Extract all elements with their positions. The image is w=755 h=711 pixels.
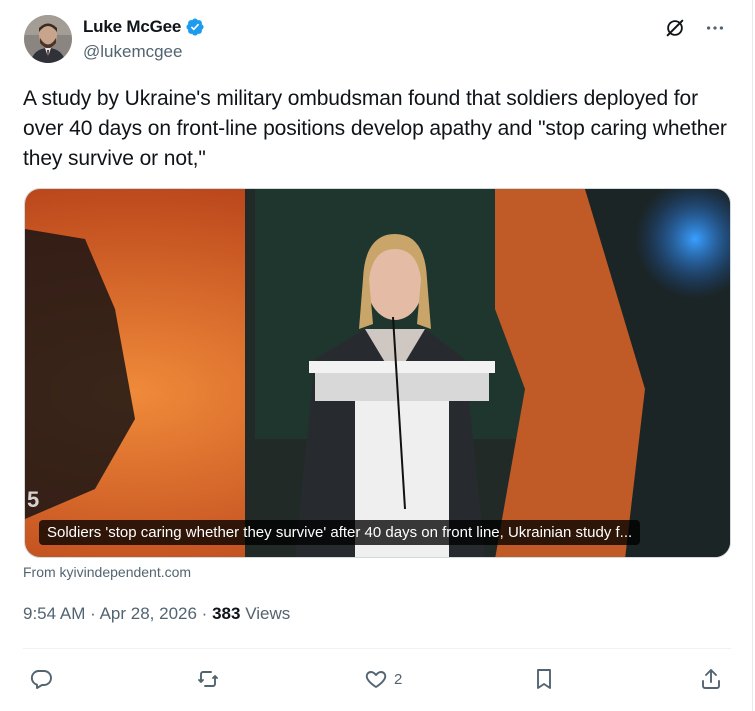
more-icon[interactable] (704, 17, 726, 39)
meta-separator: · (90, 604, 96, 623)
tweet-text: A study by Ukraine's military ombudsman … (23, 87, 727, 170)
action-bar: 2 (23, 660, 731, 700)
like-button[interactable]: 2 (364, 664, 402, 694)
handle[interactable]: @lukemcgee (83, 42, 182, 62)
grok-icon[interactable] (664, 17, 686, 39)
like-count: 2 (394, 670, 403, 688)
like-icon (365, 671, 387, 688)
reply-icon (30, 670, 52, 689)
media-corner-text: 5 (27, 487, 39, 512)
repost-icon (198, 671, 218, 687)
meta-separator: · (201, 604, 208, 623)
tweet-meta: 9:54 AM · Apr 28, 2026 · 383 Views (23, 604, 290, 624)
avatar[interactable] (24, 15, 72, 63)
reply-button[interactable] (29, 664, 59, 694)
tweet-frame: Luke McGee @lukemcgee A study by Ukraine… (0, 0, 753, 711)
views-count: 383 (212, 604, 241, 623)
verified-badge-icon (185, 17, 205, 37)
share-icon (702, 669, 720, 689)
tweet-date[interactable]: Apr 28, 2026 (100, 604, 197, 623)
card-caption: Soldiers 'stop caring whether they survi… (39, 520, 641, 545)
card-source[interactable]: From kyivindependent.com (23, 564, 191, 580)
share-button[interactable] (699, 664, 723, 694)
bookmark-icon (537, 669, 551, 689)
link-card-image[interactable]: 5 Soldiers 'stop caring whether they sur… (24, 188, 731, 558)
display-name[interactable]: Luke McGee (83, 17, 181, 37)
bookmark-button[interactable] (532, 664, 562, 694)
speaker-photo: 5 (25, 189, 730, 557)
tweet-time[interactable]: 9:54 AM (23, 604, 85, 623)
repost-button[interactable] (196, 664, 226, 694)
views-label: Views (245, 604, 291, 623)
divider (23, 648, 731, 649)
